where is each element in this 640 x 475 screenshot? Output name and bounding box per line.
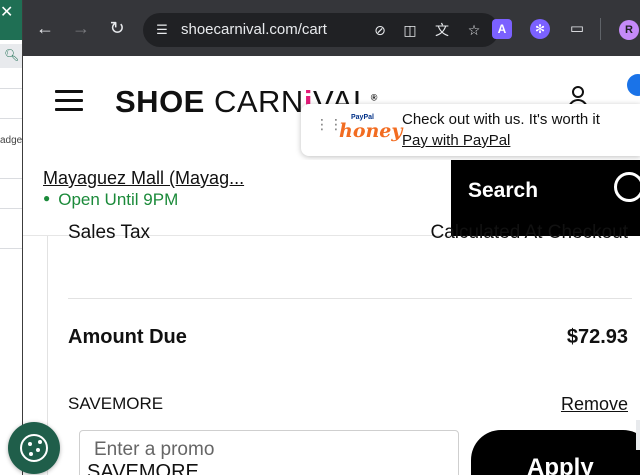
forward-button[interactable]: → — [69, 16, 93, 40]
amount-due-row: Amount Due $72.93 — [68, 326, 632, 352]
drag-handle-icon[interactable]: ⋮⋮ — [315, 117, 343, 139]
divider — [68, 298, 632, 299]
background-partial-text: adge — [0, 135, 23, 146]
promo-code-input[interactable]: Enter a promo SAVEMORE — [79, 430, 459, 475]
sales-tax-label: Sales Tax — [68, 222, 151, 243]
extension-a-icon[interactable]: A — [492, 19, 512, 39]
divider — [0, 248, 22, 249]
toolbar-separator — [600, 18, 601, 40]
reload-button[interactable]: ↻ — [105, 16, 129, 40]
honey-message: Check out with us. It's worth it — [402, 111, 600, 128]
search-icon: 🔍︎ — [4, 48, 20, 62]
logo-mark: ® — [370, 92, 378, 103]
applied-promo-code: SAVEMORE — [68, 394, 164, 413]
divider — [0, 88, 22, 89]
close-icon[interactable]: ✕ — [0, 4, 13, 22]
url-text[interactable]: shoecarnival.com/cart — [181, 21, 327, 38]
browser-toolbar: ← → ↻ ☰ shoecarnival.com/cart ⊘ ◫ 文 ☆ A … — [23, 0, 640, 56]
sales-tax-row: Sales Tax Calculated At Checkout — [68, 222, 632, 250]
honey-popup: ⋮⋮ PayPal honey Check out with us. It's … — [301, 104, 640, 156]
store-name-link[interactable]: Mayaguez Mall (Mayag... — [43, 168, 244, 189]
pay-with-paypal-link[interactable]: Pay with PayPal — [402, 132, 510, 149]
store-status: ● Open Until 9PM — [43, 190, 178, 210]
remove-promo-link[interactable]: Remove — [561, 394, 628, 415]
site-info-icon[interactable]: ☰ — [153, 21, 171, 39]
menu-icon[interactable] — [55, 90, 83, 112]
amount-due-value: $72.93 — [566, 326, 628, 348]
promo-placeholder: Enter a promo — [94, 439, 215, 460]
honey-logo: PayPal honey — [339, 114, 402, 146]
profile-avatar[interactable]: R — [619, 20, 639, 40]
cookie-icon — [20, 434, 48, 462]
bookmark-star-icon[interactable]: ☆ — [463, 20, 485, 40]
back-button[interactable]: ← — [33, 16, 57, 40]
browser-window: ← → ↻ ☰ shoecarnival.com/cart ⊘ ◫ 文 ☆ A … — [22, 0, 640, 475]
applied-promo-row: SAVEMORE Remove — [68, 394, 632, 418]
tracking-off-icon[interactable]: ⊘ — [369, 20, 391, 40]
background-search-box[interactable]: 🔍︎ — [0, 44, 22, 68]
divider — [0, 208, 22, 209]
background-window-header: ✕ — [0, 0, 22, 40]
apply-label: Apply — [527, 454, 594, 475]
search-label: Search — [468, 179, 539, 202]
logo-carnival-a: CARN — [213, 84, 304, 119]
logo-shoe: SHOE — [115, 84, 205, 119]
extensions-puzzle-icon[interactable]: ▭ — [567, 19, 587, 39]
sales-tax-value: Calculated At Checkout — [430, 222, 628, 243]
scrollbar[interactable] — [636, 420, 640, 450]
divider — [0, 178, 22, 179]
promo-value: SAVEMORE — [87, 461, 199, 475]
order-summary: Sales Tax Calculated At Checkout Amount … — [47, 222, 640, 475]
status-dot-icon: ● — [43, 191, 51, 205]
translate-icon[interactable]: 文 — [431, 20, 453, 40]
apply-button[interactable]: Apply — [471, 430, 640, 475]
cart-badge[interactable] — [627, 74, 640, 96]
extension-icon[interactable]: ✻ — [530, 19, 550, 39]
store-hours: Open Until 9PM — [58, 190, 179, 209]
divider — [0, 118, 22, 119]
amount-due-label: Amount Due — [68, 326, 187, 348]
background-window: ✕ 🔍︎ adge — [0, 0, 22, 475]
search-icon — [614, 172, 640, 202]
install-app-icon[interactable]: ◫ — [399, 20, 421, 40]
address-bar[interactable]: ☰ shoecarnival.com/cart ⊘ ◫ 文 ☆ — [143, 13, 499, 47]
honey-wordmark: honey — [339, 120, 403, 142]
cookie-settings-button[interactable] — [8, 422, 60, 474]
